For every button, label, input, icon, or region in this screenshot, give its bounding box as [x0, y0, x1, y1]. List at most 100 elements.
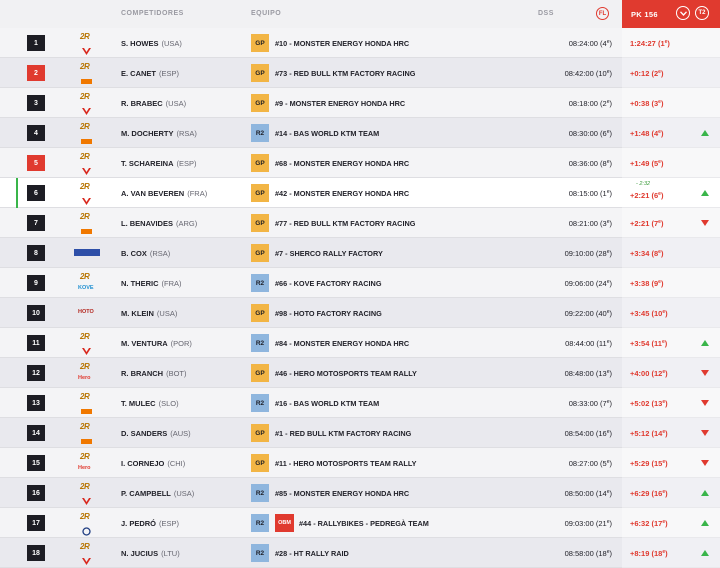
- brand-mark: 2R: [80, 392, 90, 401]
- ordinal-suffix: e: [662, 429, 666, 435]
- ordinal-suffix: e: [606, 279, 610, 285]
- sherco-logo: [74, 249, 100, 256]
- pk-time: +0:38 (3e): [630, 99, 664, 108]
- table-row[interactable]: 6 2R A. VAN BEVEREN (FRA) GP #42 - MONSTER EN…: [0, 178, 720, 208]
- table-row[interactable]: 10 HOTO M. KLEIN (USA) GP #98 - HOTO FACTORY …: [0, 298, 720, 328]
- category-badge: GP: [251, 184, 269, 202]
- rider-name-text: N. THERIC: [121, 279, 159, 288]
- table-row[interactable]: 17 2R J. PEDRÓ (ESP) R2 OBM #44 - RALLYBIKES -…: [0, 508, 720, 538]
- pk-time: 1:24:27 (1e): [630, 39, 670, 48]
- rank-badge: 4: [27, 125, 45, 141]
- rider-name[interactable]: N. JUCIUS (LTU): [121, 549, 180, 558]
- pk-time-value: +5:29: [630, 459, 650, 468]
- category-badge: GP: [251, 94, 269, 112]
- brand-logo: 2R: [74, 541, 102, 565]
- rider-nationality: (POR): [170, 339, 192, 348]
- team-logo-text: KOVE: [78, 285, 94, 291]
- arrow-down-icon: [701, 220, 709, 226]
- start-time: 08:21:00 (3e): [568, 219, 612, 228]
- pk-time-value: +4:00: [630, 369, 650, 378]
- rider-name[interactable]: R. BRABEC (USA): [121, 99, 186, 108]
- table-row[interactable]: 14 2R D. SANDERS (AUS) GP #1 - RED BULL KTM F…: [0, 418, 720, 448]
- table-row[interactable]: 16 2R P. CAMPBELL (USA) R2 #85 - MONSTER ENER…: [0, 478, 720, 508]
- arrow-up-icon: [701, 130, 709, 136]
- rider-name[interactable]: J. PEDRÓ (ESP): [121, 519, 179, 528]
- flag-icon[interactable]: FL: [596, 7, 609, 20]
- rider-name[interactable]: B. COX (RSA): [121, 249, 170, 258]
- table-row[interactable]: 11 2R M. VENTURA (POR) R2 #84 - MONSTER ENERG…: [0, 328, 720, 358]
- ktm-icon: [81, 133, 92, 144]
- start-time-value: 08:30:00: [568, 129, 598, 138]
- rider-name-text: A. VAN BEVEREN: [121, 189, 185, 198]
- table-row[interactable]: 18 2R N. JUCIUS (LTU) R2 #28 - HT RALLY RAID 0…: [0, 538, 720, 568]
- ordinal-suffix: e: [606, 309, 610, 315]
- rider-name[interactable]: S. HOWES (USA): [121, 39, 182, 48]
- rider-name[interactable]: R. BRANCH (BOT): [121, 369, 187, 378]
- rider-name[interactable]: E. CANET (ESP): [121, 69, 179, 78]
- team-name: #44 - RALLYBIKES - PEDREGÀ TEAM: [299, 519, 429, 528]
- team-name: #9 - MONSTER ENERGY HONDA HRC: [275, 99, 406, 108]
- table-row[interactable]: 8 B. COX (RSA) GP #7 - SHERCO RALLY FACTORY 0…: [0, 238, 720, 268]
- start-time: 08:42:00 (10e): [564, 69, 612, 78]
- table-row[interactable]: 1 2R S. HOWES (USA) GP #10 - MONSTER ENERGY H…: [0, 28, 720, 58]
- ordinal-suffix: e: [658, 159, 661, 165]
- arrow-up-icon: [701, 490, 709, 496]
- rider-name[interactable]: M. DOCHERTY (RSA): [121, 129, 197, 138]
- pk-tab[interactable]: PK 156 T2: [622, 0, 720, 28]
- rank-badge: 6: [27, 185, 45, 201]
- arrow-up-icon: [701, 340, 709, 346]
- brand-logo: 2R Hero: [74, 361, 102, 385]
- ordinal-suffix: e: [606, 219, 610, 225]
- rider-name[interactable]: N. THERIC (FRA): [121, 279, 182, 288]
- start-position-value: 11: [598, 339, 607, 348]
- rider-name[interactable]: L. BENAVIDES (ARG): [121, 219, 197, 228]
- start-time-value: 08:18:00: [568, 99, 598, 108]
- table-row[interactable]: 9 2R KOVE N. THERIC (FRA) R2 #66 - KOVE FACTOR…: [0, 268, 720, 298]
- start-position-value: 10: [598, 69, 607, 78]
- rider-name[interactable]: M. VENTURA (POR): [121, 339, 192, 348]
- rank-badge: 10: [27, 305, 45, 321]
- rider-nationality: (LTU): [161, 549, 180, 558]
- rider-name[interactable]: A. VAN BEVEREN (FRA): [121, 189, 207, 198]
- pk-time: +0:12 (2e): [630, 69, 664, 78]
- pk-time-value: +1:49: [630, 159, 650, 168]
- rider-nationality: (USA): [161, 39, 182, 48]
- time-toggle-button[interactable]: T2: [695, 6, 709, 20]
- rider-name-text: B. COX: [121, 249, 147, 258]
- arrow-down-icon: [701, 400, 709, 406]
- team-name: #66 - KOVE FACTORY RACING: [275, 279, 382, 288]
- rider-name[interactable]: T. MULEC (SLO): [121, 399, 179, 408]
- start-position-value: 24: [598, 279, 607, 288]
- rider-nationality: (USA): [156, 309, 178, 318]
- ordinal-suffix: e: [606, 459, 610, 465]
- rider-name[interactable]: M. KLEIN (USA): [121, 309, 177, 318]
- rider-name-text: J. PEDRÓ: [121, 519, 157, 528]
- start-time: 08:33:00 (7e): [568, 399, 612, 408]
- start-time: 09:03:00 (21e): [564, 519, 612, 528]
- honda-icon: [81, 163, 92, 175]
- table-row[interactable]: 7 2R L. BENAVIDES (ARG) GP #77 - RED BULL KTM…: [0, 208, 720, 238]
- ordinal-suffix: e: [606, 99, 610, 105]
- brand-mark: 2R: [80, 32, 90, 41]
- table-row[interactable]: 12 2R Hero R. BRANCH (BOT) GP #46 - HERO MOTOS…: [0, 358, 720, 388]
- category-badge: GP: [251, 64, 269, 82]
- rider-name[interactable]: T. SCHAREINA (ESP): [121, 159, 197, 168]
- pk-time: +3:54 (11e): [630, 339, 668, 348]
- table-row[interactable]: 15 2R Hero I. CORNEJO (CHI) GP #11 - HERO MOTO…: [0, 448, 720, 478]
- rider-name[interactable]: D. SANDERS (AUS): [121, 429, 191, 438]
- start-time: 08:27:00 (5e): [568, 459, 612, 468]
- table-row[interactable]: 4 2R M. DOCHERTY (RSA) R2 #14 - BAS WORLD KTM…: [0, 118, 720, 148]
- start-time-value: 08:48:00: [564, 369, 594, 378]
- pk-time-value: +6:29: [630, 489, 650, 498]
- rider-name[interactable]: P. CAMPBELL (USA): [121, 489, 194, 498]
- table-row[interactable]: 3 2R R. BRABEC (USA) GP #9 - MONSTER ENERGY H…: [0, 88, 720, 118]
- brand-logo: 2R: [74, 391, 102, 415]
- pk-time: +5:02 (13e): [630, 399, 668, 408]
- rider-name[interactable]: I. CORNEJO (CHI): [121, 459, 185, 468]
- chevron-down-icon[interactable]: [676, 6, 690, 20]
- table-row[interactable]: 2 2R E. CANET (ESP) GP #73 - RED BULL KTM FAC…: [0, 58, 720, 88]
- start-position-value: 14: [598, 489, 607, 498]
- table-row[interactable]: 13 2R T. MULEC (SLO) R2 #16 - BAS WORLD KTM T…: [0, 388, 720, 418]
- arrow-up-icon: [701, 550, 709, 556]
- table-row[interactable]: 5 2R T. SCHAREINA (ESP) GP #68 - MONSTER ENER…: [0, 148, 720, 178]
